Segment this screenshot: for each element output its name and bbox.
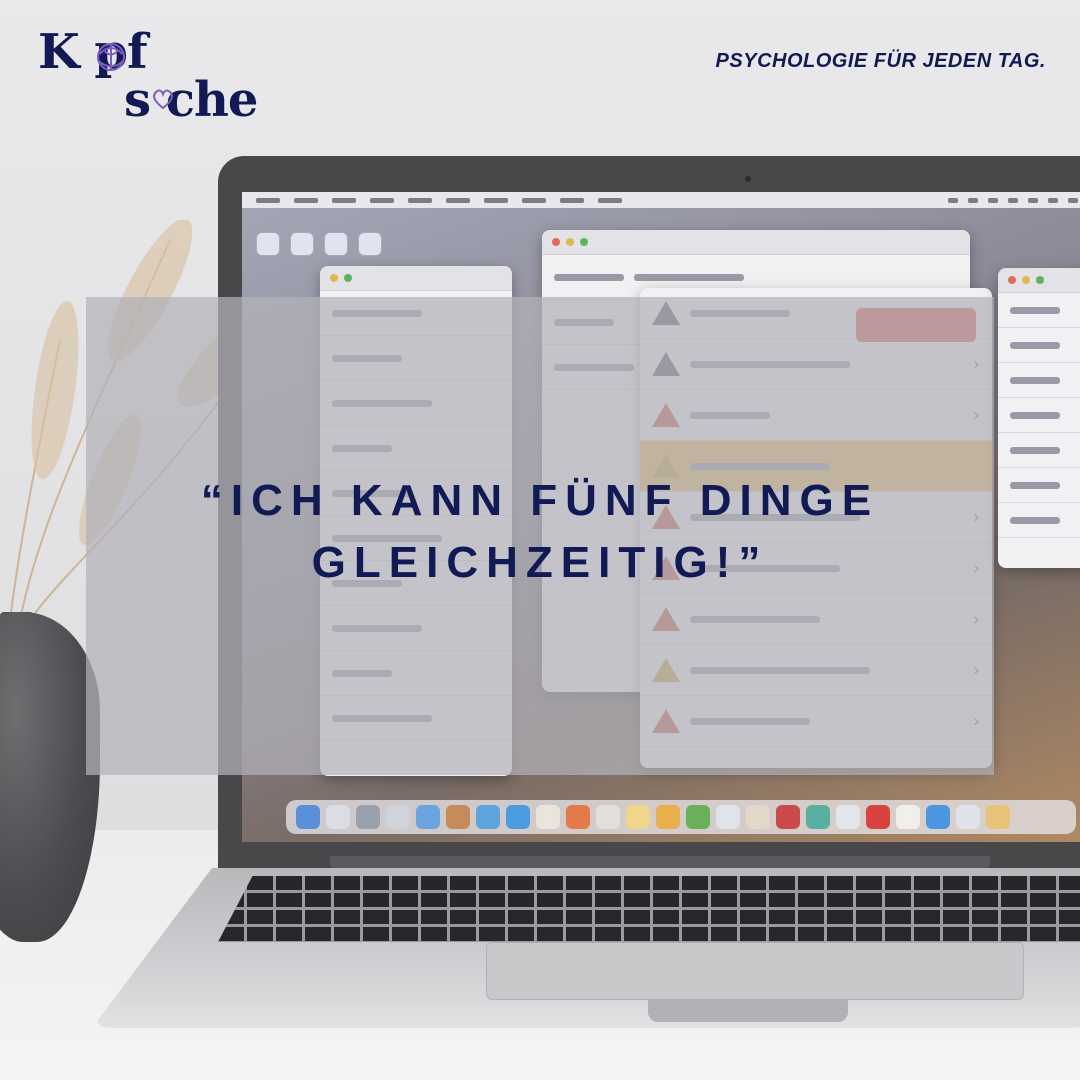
heart-icon	[153, 89, 173, 110]
desktop-icons	[256, 232, 382, 256]
quote-line-1: “ICH KANN FÜNF DINGE	[200, 476, 880, 525]
dock	[286, 800, 1076, 834]
keyboard-rows	[218, 876, 1080, 942]
quote-line-2: GLEICHZEITIG!”	[311, 538, 769, 587]
right-window	[998, 268, 1080, 568]
quote-text: “ICH KANN FÜNF DINGE GLEICHZEITIG!”	[86, 470, 994, 594]
menu-bar	[242, 192, 1080, 208]
tagline: PSYCHOLOGIE FÜR JEDEN TAG.	[715, 50, 1046, 72]
laptop-notch	[648, 1000, 848, 1022]
logo: K pf s che	[38, 24, 278, 128]
trackpad	[486, 942, 1024, 1000]
laptop-hinge	[330, 856, 990, 870]
camera-icon	[745, 176, 751, 182]
logo-line-2: s che	[124, 72, 258, 128]
